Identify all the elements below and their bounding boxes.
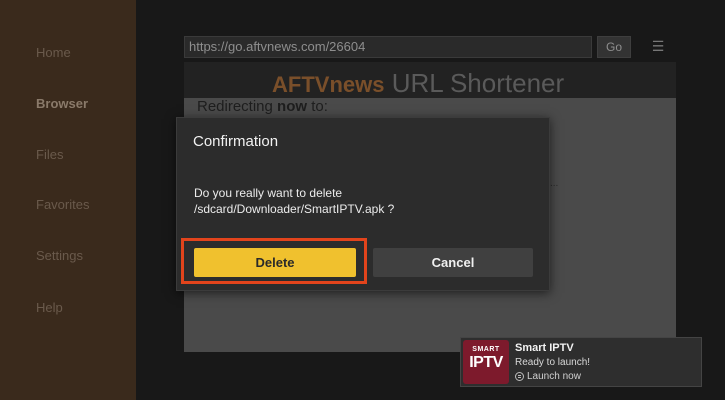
sidebar-item-settings[interactable]: Settings [36, 248, 83, 263]
url-input[interactable]: https://go.aftvnews.com/26604 [184, 36, 592, 58]
hamburger-menu-icon[interactable]: ☰ [641, 36, 675, 58]
sidebar-item-files[interactable]: Files [36, 147, 63, 162]
cancel-button[interactable]: Cancel [373, 248, 533, 277]
menu-button-icon [515, 372, 524, 381]
go-button[interactable]: Go [597, 36, 631, 58]
sidebar-item-home[interactable]: Home [36, 45, 71, 60]
redirect-ellipsis: ... [550, 178, 559, 189]
logo-top-text: SMART [472, 346, 500, 353]
launch-now-label: Launch now [527, 371, 581, 382]
sidebar-item-help[interactable]: Help [36, 300, 63, 315]
redirect-suffix: to: [307, 98, 328, 115]
notification-subtitle: Ready to launch! [515, 357, 591, 368]
site-title-rest: URL Shortener [384, 68, 565, 98]
site-title: AFTVnews URL Shortener [272, 68, 564, 99]
launch-notification[interactable]: SMART IPTV Smart IPTV Ready to launch! L… [460, 337, 702, 387]
confirmation-dialog: Confirmation Do you really want to delet… [176, 117, 550, 291]
site-title-brand: AFTVnews [272, 72, 385, 97]
logo-main-text: IPTV [469, 354, 503, 371]
redirect-text: Redirecting now to: [197, 98, 328, 115]
redirect-prefix: Redirecting [197, 98, 278, 115]
dialog-title: Confirmation [193, 133, 279, 150]
dialog-message: Do you really want to delete /sdcard/Dow… [194, 186, 395, 216]
sidebar-item-browser[interactable]: Browser [36, 96, 88, 111]
notification-title: Smart IPTV [515, 342, 574, 354]
sidebar: Home Browser Files Favorites Settings He… [0, 0, 136, 400]
smart-iptv-logo-icon: SMART IPTV [463, 340, 509, 384]
sidebar-item-favorites[interactable]: Favorites [36, 197, 89, 212]
delete-button[interactable]: Delete [194, 248, 356, 277]
launch-now-action[interactable]: Launch now [515, 371, 581, 382]
redirect-bold: now [277, 98, 308, 115]
